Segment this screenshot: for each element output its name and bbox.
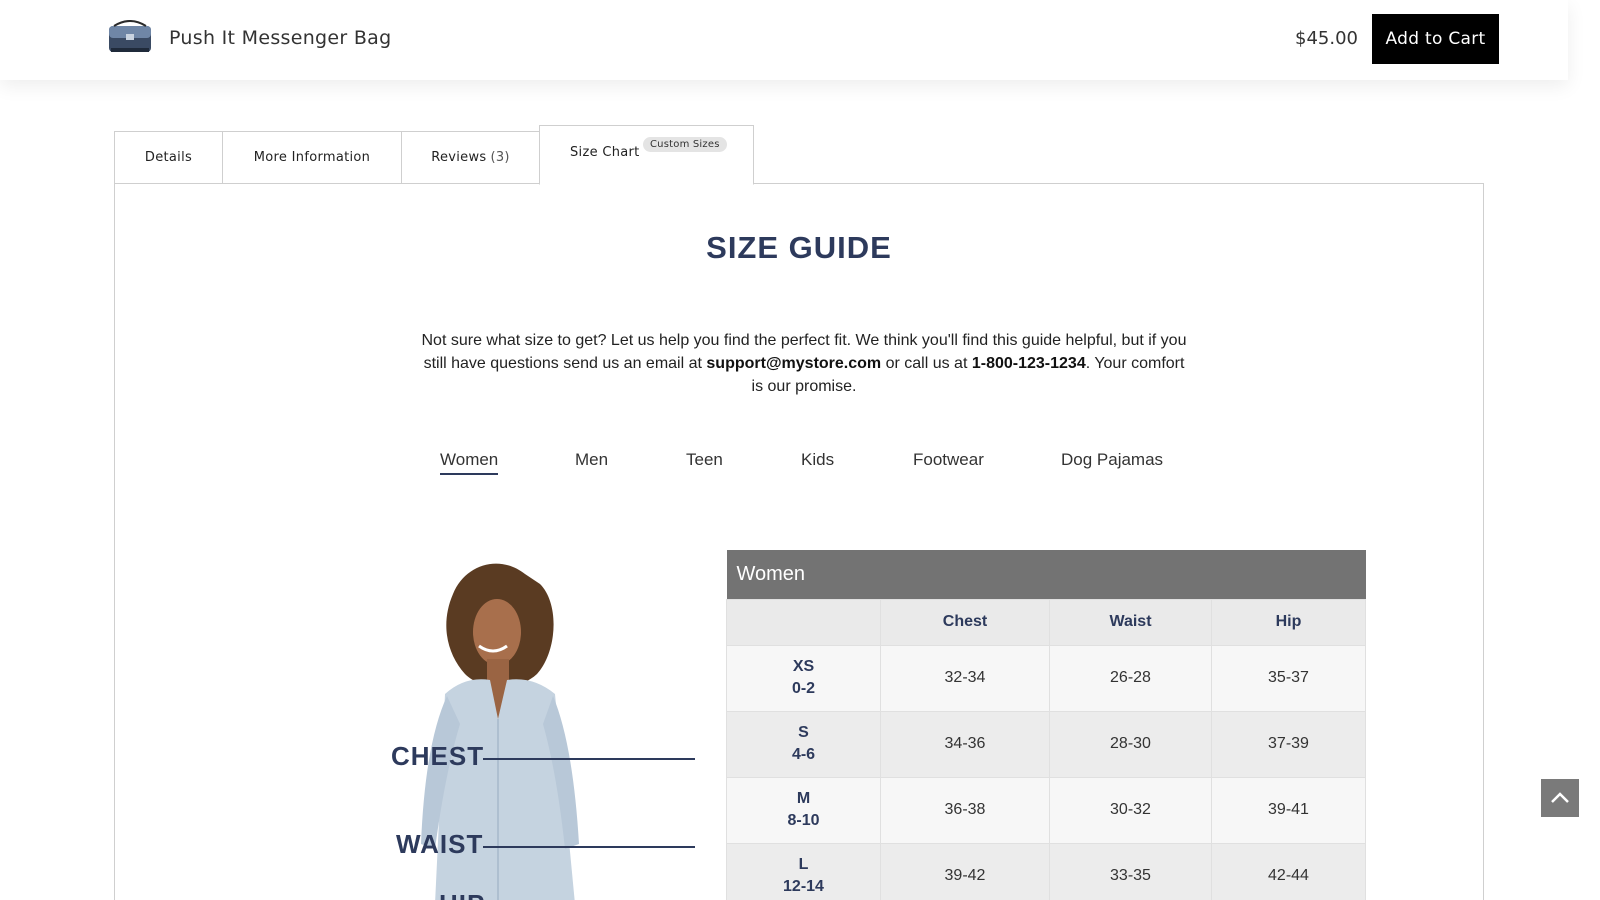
column-header-chest: Chest [880, 598, 1050, 646]
size-range: 8-10 [787, 812, 820, 829]
tab-label: Details [144, 150, 193, 165]
column-header-hip: Hip [1211, 598, 1366, 646]
sticky-product-bar: Push It Messenger Bag $45.00 Add to Cart [0, 0, 1568, 80]
custom-sizes-badge: Custom Sizes [643, 137, 727, 152]
hip-cell: 42-44 [1211, 842, 1366, 900]
chest-cell: 36-38 [880, 776, 1050, 844]
chest-cell: 32-34 [880, 644, 1050, 712]
size-guide-title: SIZE GUIDE [706, 230, 892, 265]
size-name: XS [792, 658, 815, 675]
chevron-up-icon [1551, 792, 1569, 803]
size-guide-intro: Not sure what size to get? Let us help y… [419, 329, 1189, 398]
category-tab-men[interactable]: Men [575, 450, 608, 473]
size-name: S [798, 724, 809, 741]
chest-cell: 39-42 [880, 842, 1050, 900]
waist-cell: 26-28 [1049, 644, 1212, 712]
measurement-figure: CHEST WAIST HIP [275, 544, 715, 900]
size-table-title: Women [726, 550, 1366, 599]
support-email: support@mystore.com [706, 355, 882, 372]
table-row: S 4-6 34-36 28-30 37-39 [726, 710, 1366, 778]
size-table: Women Chest Waist Hip XS 0-2 32-34 26-28 … [726, 550, 1366, 900]
chest-measure-line [483, 758, 695, 760]
chest-cell: 34-36 [880, 710, 1050, 778]
hip-cell: 39-41 [1211, 776, 1366, 844]
tab-size-chart[interactable]: Size Chart Custom Sizes [539, 125, 754, 185]
messenger-bag-icon [109, 20, 151, 52]
add-to-cart-button[interactable]: Add to Cart [1372, 14, 1499, 64]
category-tab-women[interactable]: Women [440, 450, 499, 475]
table-row: M 8-10 36-38 30-32 39-41 [726, 776, 1366, 844]
waist-cell: 28-30 [1049, 710, 1212, 778]
hip-cell: 37-39 [1211, 710, 1366, 778]
tab-more-information[interactable]: More Information [222, 131, 402, 184]
category-tab-dog-pajamas[interactable]: Dog Pajamas [1061, 450, 1163, 473]
hip-cell: 35-37 [1211, 644, 1366, 712]
size-name: M [796, 790, 811, 807]
size-chart-panel: SIZE GUIDE Not sure what size to get? Le… [114, 183, 1484, 900]
waist-cell: 30-32 [1049, 776, 1212, 844]
size-cell: XS 0-2 [726, 644, 881, 712]
waist-cell: 33-35 [1049, 842, 1212, 900]
chest-label: CHEST [391, 741, 485, 771]
product-name: Push It Messenger Bag [169, 27, 392, 49]
size-name: L [798, 856, 809, 873]
tab-details[interactable]: Details [114, 131, 223, 184]
scroll-to-top-button[interactable] [1541, 779, 1579, 817]
table-row: XS 0-2 32-34 26-28 35-37 [726, 644, 1366, 712]
size-cell: S 4-6 [726, 710, 881, 778]
category-tab-kids[interactable]: Kids [801, 450, 834, 473]
category-tabs: Women Men Teen Kids Footwear Dog Pajamas [115, 450, 1483, 480]
size-cell: M 8-10 [726, 776, 881, 844]
category-tab-teen[interactable]: Teen [686, 450, 723, 473]
tab-label: More Information [253, 150, 371, 165]
size-range: 12-14 [783, 878, 824, 895]
intro-text: or call us at [881, 355, 972, 372]
tab-label: Reviews [431, 150, 487, 165]
table-row: L 12-14 39-42 33-35 42-44 [726, 842, 1366, 900]
size-range: 0-2 [791, 680, 816, 697]
column-header [726, 598, 881, 646]
column-header-waist: Waist [1049, 598, 1212, 646]
tab-reviews[interactable]: Reviews (3) [401, 131, 540, 184]
size-cell: L 12-14 [726, 842, 881, 900]
category-tab-footwear[interactable]: Footwear [913, 450, 984, 473]
hip-label: HIP [439, 889, 485, 900]
support-phone: 1-800-123-1234 [971, 355, 1086, 372]
tab-label: Size Chart [570, 145, 640, 160]
product-price: $45.00 [1295, 28, 1358, 49]
waist-label: WAIST [396, 829, 484, 859]
waist-measure-line [483, 846, 695, 848]
review-count: (3) [490, 150, 510, 165]
size-range: 4-6 [791, 746, 816, 763]
